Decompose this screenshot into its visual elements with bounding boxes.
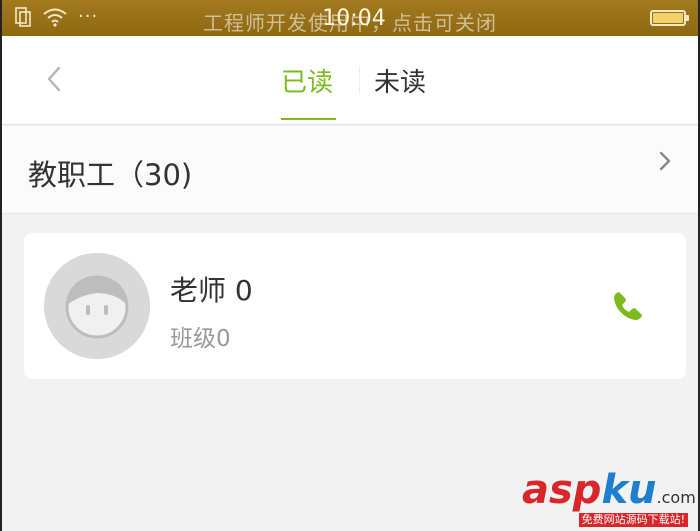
tab-unread[interactable]: 未读	[374, 62, 426, 99]
battery-icon	[650, 10, 689, 26]
tab-read[interactable]: 已读	[281, 62, 333, 99]
contact-class: 班级0	[170, 326, 231, 352]
group-label: 教职工（30)	[28, 158, 193, 192]
nav-bar: 已读 未读	[2, 36, 698, 125]
read-status-tabs: 已读 未读	[2, 36, 698, 124]
watermark-asp: asp	[522, 467, 602, 513]
chevron-right-icon	[659, 151, 671, 171]
tab-divider	[359, 66, 360, 94]
phone-icon	[614, 292, 642, 320]
status-bar: ··· 工程师开发使用中，点击可关闭 10:04	[2, 0, 698, 36]
call-button[interactable]	[610, 288, 646, 324]
contact-name: 老师 0	[170, 274, 253, 307]
group-row-staff[interactable]: 教职工（30)	[2, 126, 698, 214]
contact-card[interactable]: 老师 0 班级0	[24, 233, 686, 379]
watermark-ku: ku	[601, 467, 657, 513]
active-tab-indicator	[281, 118, 336, 120]
watermark-subtitle: 免费网站源码下载站!	[578, 513, 688, 527]
watermark-logo: aspku.com 免费网站源码下载站!	[520, 467, 696, 529]
status-time: 10:04	[322, 6, 386, 31]
default-avatar-icon	[44, 253, 150, 359]
watermark-com: .com	[656, 488, 696, 507]
